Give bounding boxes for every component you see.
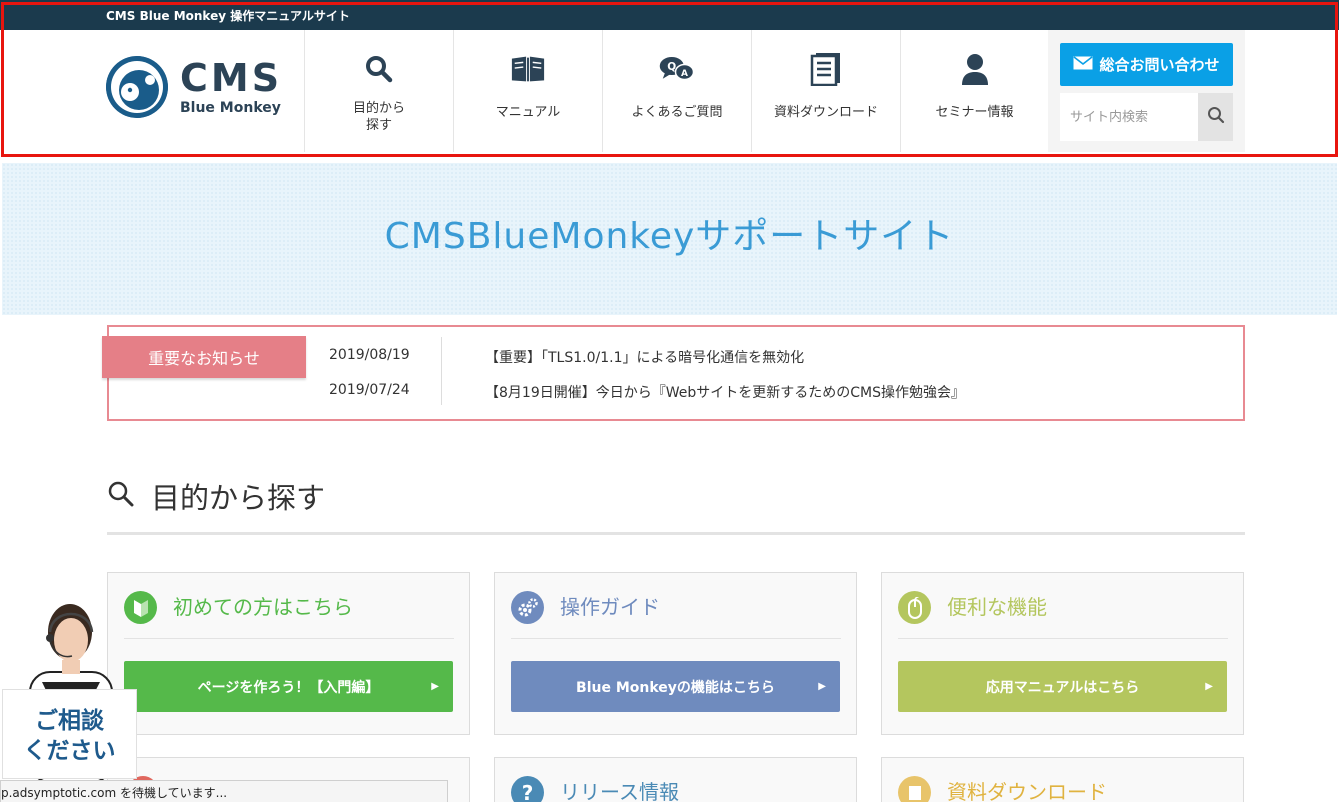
status-text: p.adsymptotic.com を待機しています...: [1, 786, 228, 800]
card-title: リリース情報: [560, 780, 679, 802]
section-title: 目的から探す: [151, 481, 326, 515]
nav-item-faq[interactable]: QA よくあるご質問: [602, 30, 751, 152]
nav-label-purpose: 目的から 探す: [352, 101, 405, 133]
hero-banner: CMSBlueMonkeyサポートサイト: [2, 163, 1337, 315]
mouse-icon: [898, 591, 931, 624]
card-button-label: ページを作ろう！【入門編】: [197, 679, 380, 696]
browser-status-bar: p.adsymptotic.com を待機しています...: [0, 780, 448, 802]
triangle-right-icon: ▶: [818, 681, 826, 692]
news-divider: [441, 337, 442, 405]
card-title: 操作ガイド: [560, 595, 660, 619]
card-features: 便利な機能 応用マニュアルはこちら ▶: [881, 572, 1244, 735]
card-header: 便利な機能: [898, 591, 1228, 639]
news-link[interactable]: 【8月19日開催】今日から『Webサイトを更新するためのCMS操作勉強会』: [485, 382, 965, 402]
consult-sign[interactable]: ご相談 ください: [2, 689, 137, 779]
card-header: 初めての方はこちら: [124, 591, 454, 639]
nav-item-purpose[interactable]: 目的から 探す: [304, 30, 453, 152]
contact-button[interactable]: 総合お問い合わせ: [1060, 43, 1233, 86]
main-nav: 目的から 探す マニュアル QA よくあるご質問 資料ダウンロード セミナー情報: [304, 30, 1049, 152]
nav-label-manual: マニュアル: [495, 105, 561, 120]
nav-label-faq: よくあるご質問: [631, 105, 723, 120]
search-icon: [107, 480, 135, 512]
nav-label-download: 資料ダウンロード: [773, 105, 878, 120]
search-icon: [1207, 106, 1225, 128]
site-search-input[interactable]: [1060, 93, 1198, 141]
card-header: ? リリース情報: [511, 776, 679, 802]
monkey-logo-icon: [106, 56, 168, 118]
question-icon: ?: [511, 776, 544, 802]
svg-text:A: A: [681, 69, 688, 79]
important-news: 重要なお知らせ 2019/08/19 【重要】「TLS1.0/1.1」による暗号…: [102, 325, 1245, 421]
hero-title: CMSBlueMonkeyサポートサイト: [384, 216, 955, 257]
triangle-right-icon: ▶: [431, 681, 439, 692]
search-icon: [361, 52, 397, 86]
contact-button-label: 総合お問い合わせ: [1099, 56, 1220, 74]
news-date: 2019/08/19: [329, 347, 410, 363]
card-button-beginner[interactable]: ページを作ろう！【入門編】 ▶: [124, 661, 453, 712]
book-icon: [510, 52, 546, 86]
card-download: 資料ダウンロード: [881, 757, 1244, 802]
card-button-guide[interactable]: Blue Monkeyの機能はこちら ▶: [511, 661, 840, 712]
qa-icon: QA: [659, 52, 695, 86]
card-title: 便利な機能: [947, 595, 1047, 619]
consult-line-2: ください: [23, 738, 116, 764]
nav-item-seminar[interactable]: セミナー情報: [900, 30, 1049, 152]
card-header: 操作ガイド: [511, 591, 841, 639]
card-title: 初めての方はこちら: [173, 595, 353, 619]
section-heading: 目的から探す: [107, 473, 1245, 535]
news-label: 重要なお知らせ: [102, 336, 306, 378]
card-button-label: 応用マニュアルはこちら: [985, 679, 1140, 696]
triangle-right-icon: ▶: [1205, 681, 1213, 692]
logo-text-cms: CMS: [180, 56, 283, 100]
site-logo[interactable]: CMS Blue Monkey: [106, 56, 286, 122]
card-beginner: 初めての方はこちら ページを作ろう！【入門編】 ▶: [107, 572, 470, 735]
search-submit-button[interactable]: [1198, 93, 1233, 141]
nav-item-download[interactable]: 資料ダウンロード: [751, 30, 900, 152]
news-link[interactable]: 【重要】「TLS1.0/1.1」による暗号化通信を無効化: [485, 347, 804, 367]
card-button-features[interactable]: 応用マニュアルはこちら ▶: [898, 661, 1227, 712]
card-guide: 操作ガイド Blue Monkeyの機能はこちら ▶: [494, 572, 857, 735]
document-icon: [808, 52, 844, 86]
card-button-label: Blue Monkeyの機能はこちら: [576, 679, 775, 696]
card-title: 資料ダウンロード: [947, 780, 1107, 802]
person-icon: [957, 52, 993, 86]
download-icon: [898, 776, 931, 802]
news-date: 2019/07/24: [329, 382, 410, 398]
gears-icon: [511, 591, 544, 624]
nav-label-seminar: セミナー情報: [935, 105, 1014, 120]
consult-line-1: ご相談: [35, 708, 104, 734]
site-tagline: CMS Blue Monkey 操作マニュアルサイト: [106, 9, 350, 23]
mail-icon: [1073, 55, 1093, 74]
consult-text: ご相談 ください: [3, 706, 136, 766]
site-header: CMS Blue Monkey 目的から 探す マニュアル QA よくあるご質問: [0, 30, 1339, 155]
card-release: ? リリース情報: [494, 757, 857, 802]
nav-item-manual[interactable]: マニュアル: [453, 30, 602, 152]
card-header: 資料ダウンロード: [898, 776, 1107, 802]
top-bar: CMS Blue Monkey 操作マニュアルサイト: [0, 0, 1339, 30]
logo-text-sub: Blue Monkey: [180, 100, 281, 116]
